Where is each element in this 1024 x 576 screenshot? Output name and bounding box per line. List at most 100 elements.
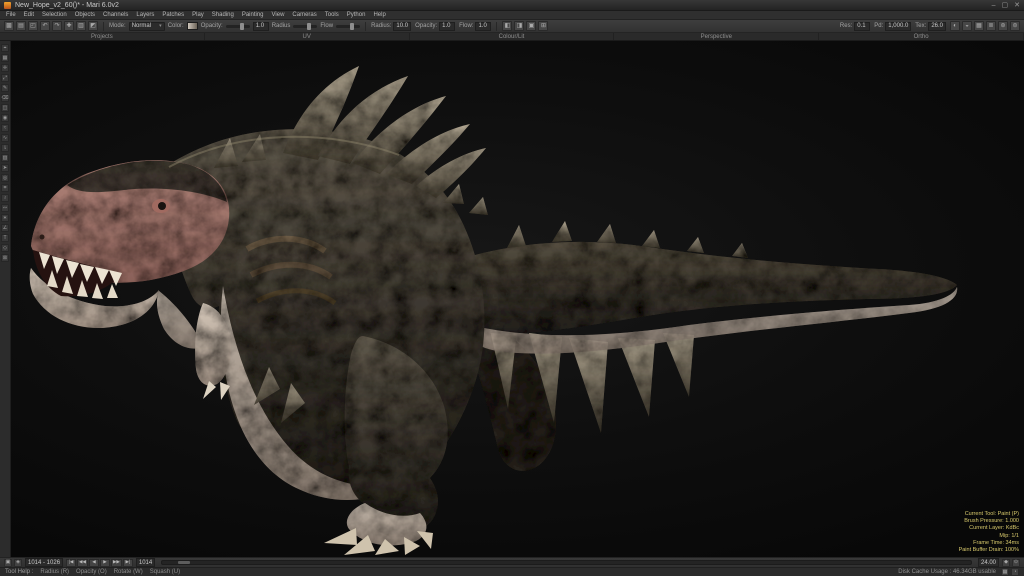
toolbar-icon[interactable]: ⊞	[538, 21, 548, 31]
flow-slider[interactable]	[336, 25, 360, 28]
3d-viewport-canvas[interactable]: Current Tool: Paint (P)Brush Pressure: 1…	[11, 41, 1024, 557]
field-label: Res:	[840, 23, 852, 29]
viewport-tab[interactable]: UV	[205, 33, 410, 40]
projection-fields: Res: 0.1 Pd: 1,000.0 Tex: 26.0	[840, 22, 946, 31]
menu-item[interactable]: View	[272, 12, 285, 18]
menu-item[interactable]: Play	[192, 12, 204, 18]
toolbar-icon[interactable]: ◧	[502, 21, 512, 31]
blur-tool-icon[interactable]: ≈	[1, 124, 9, 132]
transport-button[interactable]: ◀	[89, 559, 99, 567]
toolbar-icon[interactable]: ◰	[28, 21, 38, 31]
viewport-tab[interactable]: Perspective	[614, 33, 819, 40]
menu-item[interactable]: Cameras	[292, 12, 316, 18]
minimize-button[interactable]: –	[992, 2, 996, 9]
marquee-select-tool-icon[interactable]: ▦	[1, 54, 9, 62]
color-swatch[interactable]	[187, 22, 198, 30]
menu-item[interactable]: Patches	[162, 12, 184, 18]
measure-tool-icon[interactable]: ∠	[1, 224, 9, 232]
timeline-scrubber[interactable]	[161, 560, 972, 565]
timeline-icon[interactable]: ▣	[4, 559, 12, 567]
menu-item[interactable]: Selection	[42, 12, 67, 18]
toolbar-icon[interactable]: ↷	[52, 21, 62, 31]
menu-item[interactable]: Painting	[242, 12, 264, 18]
field-value[interactable]: 0.1	[854, 22, 870, 31]
pull-tool-icon[interactable]: ⇂	[1, 144, 9, 152]
select-tool-icon[interactable]: ⌖	[1, 44, 9, 52]
transport-button[interactable]: ▶▶	[111, 559, 122, 567]
menu-bar: File Edit Selection Objects Channels Layers Pa…	[0, 11, 1024, 20]
field-value[interactable]: 1.0	[439, 22, 455, 31]
toolbar-icon[interactable]: ▤	[16, 21, 26, 31]
transform-paint-tool-icon[interactable]: ⤢	[1, 74, 9, 82]
toolbar-icon[interactable]: ▥	[76, 21, 86, 31]
clone-stamp-tool-icon[interactable]: ◉	[1, 114, 9, 122]
frame-range-field[interactable]: 1014 - 1026	[25, 558, 63, 567]
lock-tool-icon[interactable]: ⊠	[1, 254, 9, 262]
statusbar-icon[interactable]: ◔	[1011, 568, 1019, 576]
slerp-tool-icon[interactable]: ∾	[1, 204, 9, 212]
menu-item[interactable]: Channels	[103, 12, 128, 18]
erase-tool-icon[interactable]: ⌫	[1, 94, 9, 102]
radius-toggle[interactable]: Radius	[272, 23, 291, 29]
paint-through-tool-icon[interactable]: ◫	[1, 104, 9, 112]
toolbar-icon[interactable]: ≣	[986, 21, 996, 31]
field-value[interactable]: 26.0	[928, 22, 946, 31]
toolbar-icon[interactable]: ◨	[514, 21, 524, 31]
move-tool-icon[interactable]: ✛	[1, 64, 9, 72]
menu-item[interactable]: Help	[373, 12, 385, 18]
timeline-scrubber-handle[interactable]	[178, 561, 190, 564]
toolbar-icon[interactable]: ↶	[40, 21, 50, 31]
viewport-tab[interactable]: Colour/Lit	[410, 33, 615, 40]
maximize-button[interactable]: ▢	[1002, 2, 1009, 9]
warp-tool-icon[interactable]: ≀	[1, 194, 9, 202]
gradient-tool-icon[interactable]: ▨	[1, 154, 9, 162]
transport-button[interactable]: ▶|	[123, 559, 133, 567]
statusbar-icon[interactable]: ▦	[1001, 568, 1009, 576]
viewport-tab[interactable]: Projects	[0, 33, 205, 40]
toolbar-icon[interactable]: ▩	[4, 21, 14, 31]
menu-item[interactable]: Python	[347, 12, 366, 18]
viewport-tab[interactable]: Ortho	[819, 33, 1024, 40]
smear-tool-icon[interactable]: ∿	[1, 134, 9, 142]
field-value[interactable]: 1,000.0	[885, 22, 911, 31]
pin-tool-icon[interactable]: ∗	[1, 214, 9, 222]
color-picker-tool-icon[interactable]: ◎	[1, 174, 9, 182]
timeline-icon[interactable]: ◆	[1002, 559, 1010, 567]
paint-tool-icon[interactable]: ✎	[1, 84, 9, 92]
field-label: Flow:	[459, 23, 473, 29]
opacity-slider[interactable]	[226, 25, 250, 28]
timeline-icon[interactable]: ◈	[14, 559, 22, 567]
transport-button[interactable]: ▶	[100, 559, 110, 567]
transport-button[interactable]: |◀	[66, 559, 76, 567]
transport-button[interactable]: ◀◀	[77, 559, 88, 567]
menu-item[interactable]: Objects	[75, 12, 95, 18]
toolbar-icon[interactable]: ◒	[962, 21, 972, 31]
toolbar-icon[interactable]: ✚	[64, 21, 74, 31]
transport-controls: |◀◀◀◀▶▶▶▶|	[66, 559, 133, 567]
toolbar-icon[interactable]: ⊛	[998, 21, 1008, 31]
node-graph-tool-icon[interactable]: ◇	[1, 244, 9, 252]
toolbar-icon[interactable]: ▣	[526, 21, 536, 31]
close-button[interactable]: ✕	[1014, 2, 1020, 9]
menu-item[interactable]: Shading	[212, 12, 234, 18]
menu-item[interactable]: Layers	[136, 12, 154, 18]
toolbar-icon[interactable]: ⊜	[1010, 21, 1020, 31]
radius-slider[interactable]	[293, 25, 317, 28]
fps-field[interactable]: 24.00	[978, 558, 999, 567]
pixel-analyser-tool-icon[interactable]: ⌗	[1, 184, 9, 192]
menu-item[interactable]: Edit	[24, 12, 34, 18]
vector-paint-tool-icon[interactable]: ➤	[1, 164, 9, 172]
field-value[interactable]: 10.0	[393, 22, 411, 31]
text-tool-icon[interactable]: T	[1, 234, 9, 242]
blend-mode-select[interactable]: Normal ▾	[129, 22, 165, 31]
flow-toggle[interactable]: Flow	[320, 23, 333, 29]
menu-item[interactable]: File	[6, 12, 16, 18]
opacity-value-field[interactable]: 1.0	[253, 22, 269, 31]
timeline-icon[interactable]: ⊙	[1012, 559, 1020, 567]
toolbar-icon[interactable]: ▦	[974, 21, 984, 31]
toolbar-icon[interactable]: ◩	[88, 21, 98, 31]
current-frame-field[interactable]: 1014	[136, 558, 155, 567]
field-value[interactable]: 1.0	[475, 22, 491, 31]
menu-item[interactable]: Tools	[325, 12, 339, 18]
toolbar-icon[interactable]: ◐	[950, 21, 960, 31]
